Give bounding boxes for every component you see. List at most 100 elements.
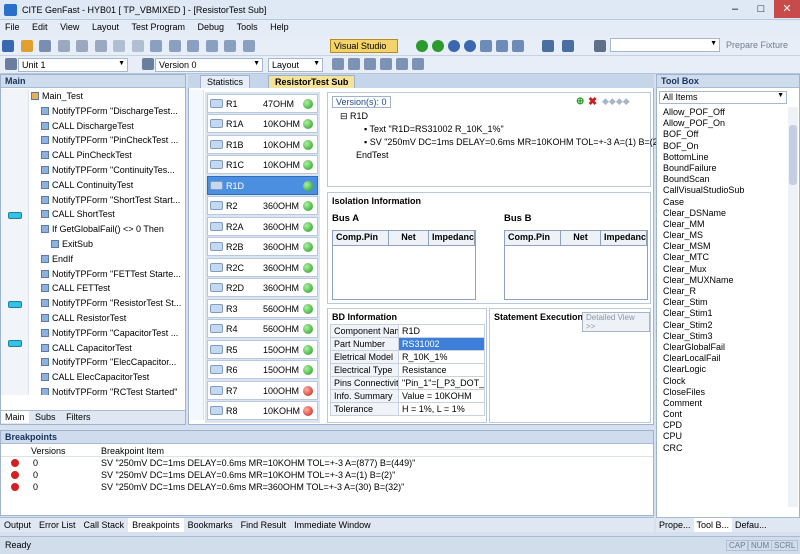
toolbox-item[interactable]: Clear_Mux xyxy=(657,264,787,275)
layout-combo[interactable]: Layout ▼ xyxy=(268,58,323,72)
step-over-icon[interactable] xyxy=(496,40,508,52)
undo-icon[interactable] xyxy=(113,40,126,52)
run-icon[interactable] xyxy=(416,40,428,52)
tree-item[interactable]: NotifyTPForm "ShortTest Start... xyxy=(1,193,185,208)
save-icon[interactable] xyxy=(2,40,14,52)
layout-icon-4[interactable] xyxy=(380,58,392,70)
tree-item[interactable]: CALL ShortTest xyxy=(1,207,185,222)
bus-b-col-impedance[interactable]: Impedanc xyxy=(601,231,647,245)
resistor-item[interactable]: R1C 10KOHM xyxy=(207,155,318,174)
sort-icon[interactable] xyxy=(150,40,163,52)
layout-icon-2[interactable] xyxy=(348,58,360,70)
stop-icon[interactable] xyxy=(464,40,476,52)
tab-subs[interactable]: Subs xyxy=(31,411,60,423)
bd-value[interactable]: Value = 10KOHM xyxy=(398,389,485,403)
tab-resistortest-sub[interactable]: ResistorTest Sub xyxy=(268,75,356,88)
tree-item[interactable]: CALL ResistorTest xyxy=(1,311,185,326)
right-tab[interactable]: Tool B... xyxy=(693,518,733,532)
visual-studio-button[interactable]: Visual Studio xyxy=(330,39,398,53)
layout-icon-1[interactable] xyxy=(332,58,344,70)
tree-item[interactable]: NotifyTPForm "ResistorTest St... xyxy=(1,296,185,311)
bus-a-col-pin[interactable]: Comp.Pin xyxy=(333,231,389,245)
tab-filters[interactable]: Filters xyxy=(62,411,95,423)
tree-item[interactable]: NotifyTPForm "PinCheckTest ... xyxy=(1,133,185,148)
toolbox-item[interactable]: Clear_Stim1 xyxy=(657,308,787,319)
breakpoint-icon[interactable] xyxy=(11,483,19,491)
watch-icon[interactable] xyxy=(542,40,554,52)
minimize-button[interactable]: – xyxy=(722,0,748,18)
close-button[interactable]: ✕ xyxy=(774,0,800,18)
step-out-icon[interactable] xyxy=(512,40,524,52)
resistor-item[interactable]: R7 100OHM xyxy=(207,380,318,400)
toolbox-item[interactable]: Clear_Stim xyxy=(657,297,787,308)
toolbox-item[interactable]: ClearLocalFail xyxy=(657,353,787,364)
resistor-item[interactable]: R2B 360OHM xyxy=(207,237,318,256)
menu-file[interactable]: File xyxy=(0,20,25,34)
toolbox-item[interactable]: Cont xyxy=(657,409,787,420)
step-icon[interactable] xyxy=(432,40,444,52)
toolbox-item[interactable]: Case xyxy=(657,197,787,208)
toolbox-item[interactable]: BOF_On xyxy=(657,141,787,152)
breakpoint-row[interactable]: 0 SV "250mV DC=1ms DELAY=0.6ms MR=360OHM … xyxy=(1,481,653,493)
tab-immediate-window[interactable]: Immediate Window xyxy=(290,518,375,532)
tree-item[interactable]: CALL DischargeTest xyxy=(1,119,185,134)
pause-icon[interactable] xyxy=(448,40,460,52)
toolbox-item[interactable]: ClearLogic xyxy=(657,364,787,375)
tree-item[interactable]: EndIf xyxy=(1,252,185,267)
menu-help[interactable]: Help xyxy=(265,20,294,34)
toolbox-item[interactable]: CloseFiles xyxy=(657,387,787,398)
tab-bookmarks[interactable]: Bookmarks xyxy=(184,518,237,532)
bd-value[interactable]: R1D xyxy=(398,324,485,338)
version-end[interactable]: EndTest xyxy=(356,150,389,160)
bd-value[interactable]: Resistance xyxy=(398,363,485,377)
toolbox-item[interactable]: Clear_MSM xyxy=(657,241,787,252)
resistor-item[interactable]: R1A 10KOHM xyxy=(207,114,318,133)
version-sv-line[interactable]: ▪ SV "250mV DC=1ms DELAY=0.6ms MR=10KOHM… xyxy=(364,137,664,147)
move-icons[interactable]: ◆◆◆◆ xyxy=(602,96,630,107)
tree-item[interactable]: NotifyTPForm "ContinuityTes... xyxy=(1,163,185,178)
print-icon[interactable] xyxy=(39,40,52,52)
resistor-list[interactable]: R1 47OHM R1A 10KOHM R1B 10KOHM R1C 10KOHM R1D R2 3… xyxy=(205,92,320,423)
toolbox-item[interactable]: Clear_Stim2 xyxy=(657,320,787,331)
menu-debug[interactable]: Debug xyxy=(193,20,230,34)
resistor-item[interactable]: R6 150OHM xyxy=(207,360,318,379)
bd-value[interactable]: H = 1%, L = 1% xyxy=(398,402,485,416)
toolbox-item[interactable]: Clear_MM xyxy=(657,219,787,230)
tab-error-list[interactable]: Error List xyxy=(35,518,80,532)
breakpoint-list[interactable]: 0 SV "250mV DC=1ms DELAY=0.6ms MR=10KOHM … xyxy=(1,457,653,493)
resistor-item[interactable]: R8 10KOHM xyxy=(207,401,318,420)
bus-b-col-net[interactable]: Net xyxy=(561,231,601,245)
resistor-item[interactable]: R2D 360OHM xyxy=(207,278,318,297)
bus-a-col-net[interactable]: Net xyxy=(389,231,429,245)
breakpoint-row[interactable]: 0 SV "250mV DC=1ms DELAY=0.6ms MR=10KOHM … xyxy=(1,469,653,481)
menu-tools[interactable]: Tools xyxy=(232,20,263,34)
right-tab[interactable]: Defau... xyxy=(732,518,770,532)
col-breakpoint-item[interactable]: Breakpoint Item xyxy=(101,446,164,456)
layout-icon-3[interactable] xyxy=(364,58,376,70)
toolbox-item[interactable]: BoundScan xyxy=(657,174,787,185)
toolbox-item[interactable]: BoundFailure xyxy=(657,163,787,174)
tree-item[interactable]: CALL CapacitorTest xyxy=(1,341,185,356)
tree-item[interactable]: NotifyTPForm "RCTest Started" xyxy=(1,385,185,395)
toolbox-item[interactable]: Clear_MS xyxy=(657,230,787,241)
toolbox-item[interactable]: ClearGlobalFail xyxy=(657,342,787,353)
toolbox-item[interactable]: Clear_R xyxy=(657,286,787,297)
toolbox-item[interactable]: Comment xyxy=(657,398,787,409)
resistor-item[interactable]: R1 47OHM xyxy=(207,93,318,113)
fixture-icon[interactable] xyxy=(594,40,606,52)
tree-item[interactable]: CALL PinCheckTest xyxy=(1,148,185,163)
menu-layout[interactable]: Layout xyxy=(87,20,124,34)
toolbox-item[interactable]: Clock xyxy=(657,376,787,387)
bus-a-grid[interactable]: Comp.Pin Net Impedanc xyxy=(332,230,476,300)
tree-item[interactable]: NotifyTPForm "DischargeTest... xyxy=(1,104,185,119)
tree-item[interactable]: NotifyTPForm "FETTest Starte... xyxy=(1,267,185,282)
toolbox-item[interactable]: BottomLine xyxy=(657,152,787,163)
menu-view[interactable]: View xyxy=(55,20,84,34)
prepare-fixture-button[interactable]: Prepare Fixture xyxy=(726,40,788,50)
toolbox-item[interactable]: Clear_Stim3 xyxy=(657,331,787,342)
col-versions[interactable]: Versions xyxy=(31,446,66,456)
resistor-item[interactable]: R2C 360OHM xyxy=(207,257,318,277)
versions-title[interactable]: Version(s): 0 xyxy=(332,96,391,108)
tab-statistics[interactable]: Statistics xyxy=(200,75,251,88)
copy-icon[interactable] xyxy=(76,40,89,52)
